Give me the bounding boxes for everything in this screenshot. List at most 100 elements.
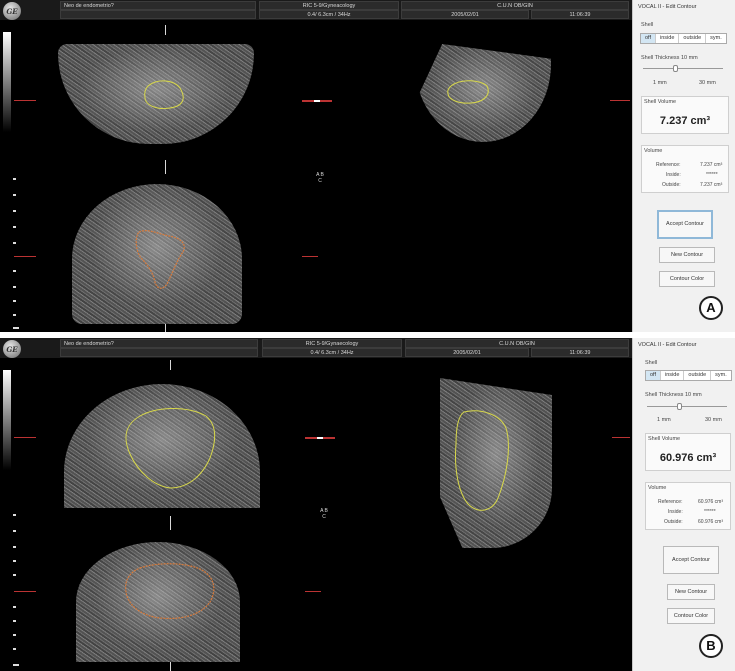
new-contour-button[interactable]: New Contour bbox=[659, 247, 715, 263]
inside-label: Inside: bbox=[668, 509, 683, 515]
probe-label: RIC 5-9/Gyneacology bbox=[259, 1, 399, 10]
slider-knob[interactable] bbox=[673, 65, 678, 72]
shell-thickness-slider[interactable] bbox=[647, 406, 727, 407]
mid-tick bbox=[165, 160, 166, 174]
outside-label: Outside: bbox=[664, 519, 683, 525]
left-marker-lower bbox=[14, 256, 36, 257]
thickness-min: 1 mm bbox=[653, 80, 667, 86]
exam-time: 11:06:39 bbox=[531, 348, 629, 357]
shell-option-off[interactable]: off bbox=[646, 371, 662, 380]
shell-segmented-control[interactable]: off inside outside sym. bbox=[640, 33, 727, 44]
crosshair-label: A B C bbox=[320, 508, 328, 520]
exam-date: 2005/02/01 bbox=[405, 348, 529, 357]
outside-value: 7.237 cm³ bbox=[700, 182, 723, 188]
accept-contour-button[interactable]: Accept Contour bbox=[657, 210, 713, 239]
study-name: Neo de endometrio? bbox=[60, 339, 258, 348]
right-marker bbox=[610, 100, 630, 101]
ultrasound-viewer[interactable]: GE Neo de endometrio? RIC 5-9/Gyneacolog… bbox=[0, 0, 632, 332]
header-blank bbox=[60, 10, 256, 19]
edit-contour-panel: VOCAL II - Edit Contour Shell off inside… bbox=[632, 0, 735, 332]
plane-b-image[interactable] bbox=[440, 378, 552, 548]
shell-thickness-label: Shell Thickness 10 mm bbox=[645, 392, 702, 398]
ge-logo: GE bbox=[3, 340, 21, 358]
plane-a-image[interactable] bbox=[64, 384, 260, 508]
shell-option-inside[interactable]: inside bbox=[661, 371, 685, 380]
center-marker bbox=[302, 100, 332, 102]
plane-c-image[interactable] bbox=[72, 184, 242, 324]
bottom-tick bbox=[165, 324, 166, 332]
volume-label: Volume bbox=[648, 485, 667, 491]
exam-date: 2005/02/01 bbox=[401, 10, 529, 19]
shell-volume-box: Shell Volume 7.237 cm³ bbox=[641, 96, 729, 134]
thickness-max: 30 mm bbox=[705, 417, 722, 423]
reference-value: 7.237 cm³ bbox=[700, 162, 723, 168]
shell-thickness-label: Shell Thickness 10 mm bbox=[641, 55, 698, 61]
shell-segmented-control[interactable]: off inside outside sym. bbox=[645, 370, 732, 381]
shell-volume-value: 60.976 cm³ bbox=[659, 452, 717, 464]
inside-value: ****** bbox=[706, 172, 718, 178]
panel-title: VOCAL II - Edit Contour bbox=[638, 4, 697, 10]
left-marker-lower bbox=[14, 591, 36, 592]
plane-b-image[interactable] bbox=[415, 44, 551, 142]
panel-badge-b: B bbox=[699, 634, 723, 658]
shell-volume-box: Shell Volume 60.976 cm³ bbox=[645, 433, 731, 471]
accept-contour-button[interactable]: Accept Contour bbox=[663, 546, 719, 574]
reference-value: 60.976 cm³ bbox=[698, 499, 724, 505]
bottom-tick bbox=[170, 662, 171, 671]
contour-color-button[interactable]: Contour Color bbox=[659, 271, 715, 287]
top-tick bbox=[165, 25, 166, 35]
grayscale-bar bbox=[3, 32, 11, 132]
shell-option-off[interactable]: off bbox=[641, 34, 657, 43]
left-marker bbox=[14, 437, 36, 438]
institution: C.U.N OB/GIN bbox=[405, 339, 629, 348]
shell-volume-value: 7.237 cm³ bbox=[659, 115, 711, 127]
shell-volume-label: Shell Volume bbox=[648, 436, 681, 442]
probe-detail: 0.4/ 6.3cm / 34Hz bbox=[262, 348, 402, 357]
header-blank bbox=[60, 348, 258, 357]
volume-label: Volume bbox=[644, 148, 663, 154]
contour-color-button[interactable]: Contour Color bbox=[667, 608, 715, 624]
shell-option-outside[interactable]: outside bbox=[684, 371, 712, 380]
shell-label: Shell bbox=[645, 360, 658, 366]
panel-title: VOCAL II - Edit Contour bbox=[638, 342, 697, 348]
inside-label: Inside: bbox=[666, 172, 681, 178]
thickness-min: 1 mm bbox=[657, 417, 671, 423]
mid-tick bbox=[170, 516, 171, 530]
panel-a: GE Neo de endometrio? RIC 5-9/Gyneacolog… bbox=[0, 0, 735, 332]
header-bar: GE Neo de endometrio? RIC 5-9/Gynaecolog… bbox=[0, 338, 632, 358]
panel-badge-a: A bbox=[699, 296, 723, 320]
shell-label: Shell bbox=[641, 22, 654, 28]
left-marker bbox=[14, 100, 36, 101]
reference-label: Reference: bbox=[656, 162, 681, 168]
crosshair-label: A B C bbox=[316, 172, 324, 184]
exam-time: 11:06:39 bbox=[531, 10, 629, 19]
probe-detail: 0.4/ 6.3cm / 34Hz bbox=[259, 10, 399, 19]
inside-value: ****** bbox=[704, 509, 716, 515]
volume-box: Volume Reference: 60.976 cm³ Inside: ***… bbox=[645, 482, 731, 530]
center-marker-lower bbox=[302, 256, 318, 257]
institution: C.U.N OB/GIN bbox=[401, 1, 629, 10]
ultrasound-viewer[interactable]: GE Neo de endometrio? RIC 5-9/Gynaecolog… bbox=[0, 338, 632, 671]
center-marker-lower bbox=[305, 591, 321, 592]
shell-thickness-slider[interactable] bbox=[643, 68, 723, 69]
reference-label: Reference: bbox=[658, 499, 683, 505]
center-marker bbox=[305, 437, 335, 439]
shell-option-inside[interactable]: inside bbox=[656, 34, 680, 43]
header-bar: GE Neo de endometrio? RIC 5-9/Gyneacolog… bbox=[0, 0, 632, 20]
probe-label: RIC 5-9/Gynaecology bbox=[262, 339, 402, 348]
new-contour-button[interactable]: New Contour bbox=[667, 584, 715, 600]
ge-logo: GE bbox=[3, 2, 21, 20]
shell-option-sym[interactable]: sym. bbox=[706, 34, 726, 43]
grayscale-bar bbox=[3, 370, 11, 470]
shell-option-outside[interactable]: outside bbox=[679, 34, 707, 43]
shell-option-sym[interactable]: sym. bbox=[711, 371, 731, 380]
plane-a-image[interactable] bbox=[58, 44, 254, 144]
shell-volume-label: Shell Volume bbox=[644, 99, 677, 105]
slider-knob[interactable] bbox=[677, 403, 682, 410]
right-marker bbox=[612, 437, 630, 438]
plane-c-image[interactable] bbox=[76, 542, 240, 662]
thickness-max: 30 mm bbox=[699, 80, 716, 86]
top-tick bbox=[170, 360, 171, 370]
outside-value: 60.976 cm³ bbox=[698, 519, 724, 525]
volume-box: Volume Reference: 7.237 cm³ Inside: ****… bbox=[641, 145, 729, 193]
